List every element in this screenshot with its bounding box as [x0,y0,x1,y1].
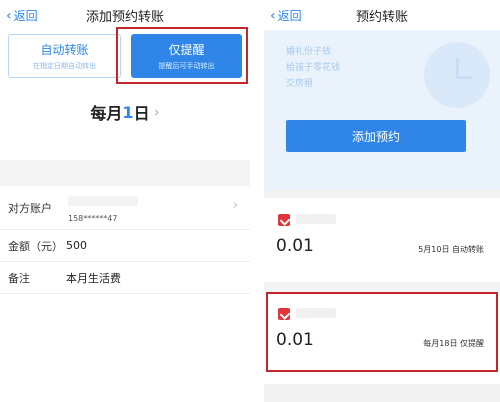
back-label: 返回 [277,9,302,23]
chevron-left-icon: ‹ [270,7,276,24]
note-row[interactable]: 备注 本月生活费 [0,262,250,294]
payment-app-icon [278,214,290,226]
auto-transfer-label: 自动转账 [40,43,89,57]
right-navbar: ‹ 返回 预约转账 [264,0,500,30]
auto-transfer-option[interactable]: 自动转账 在指定日期自动转出 [8,34,121,78]
hero-line: 给孩子零花钱 [286,63,341,73]
section-divider [0,160,250,186]
chevron-left-icon: ‹ [6,7,12,24]
card-date: 5月10日 [418,245,450,254]
add-scheduled-transfer-screen: ‹ 返回 添加预约转账 自动转账 在指定日期自动转出 仅提醒 提醒后可手动转出 … [0,0,250,402]
add-schedule-button[interactable]: 添加预约 [286,120,466,152]
schedule-suffix: 日 [133,104,150,123]
hero-examples: 婚礼份子钱 给孩子零花钱 交房租 [286,44,340,92]
schedule-day: 1 [122,102,134,122]
note-label: 备注 [8,271,30,285]
schedule-prefix: 每月 [90,104,123,123]
clock-icon [424,42,490,108]
hero-line: 婚礼份子钱 [286,47,332,57]
hero-line: 交房租 [286,79,314,89]
schedule-picker[interactable]: 每月 1 日 › [0,100,250,124]
account-name-blurred [68,196,138,206]
auto-transfer-desc: 在指定日期自动转出 [33,62,96,70]
amount-input[interactable]: 500 [66,239,87,252]
back-button[interactable]: ‹ 返回 [270,7,302,24]
chevron-right-icon: › [232,198,238,213]
card-mode: 自动转账 [452,245,484,254]
page-title: 预约转账 [355,9,408,25]
panel-divider [250,0,264,402]
highlight-box [266,292,498,372]
chevron-right-icon: › [153,103,160,121]
card-amount: 0.01 [276,236,314,256]
back-label: 返回 [13,9,38,23]
payee-name-blurred [296,214,336,224]
card-schedule: 5月10日 自动转账 [418,244,484,255]
scheduled-transfer-screen: ‹ 返回 预约转账 婚礼份子钱 给孩子零花钱 交房租 添加预约 正在进行中 0.… [264,0,500,402]
note-input[interactable]: 本月生活费 [66,270,121,286]
back-button[interactable]: ‹ 返回 [6,7,38,24]
page-title: 添加预约转账 [85,9,164,25]
amount-label: 金额（元） [8,239,63,253]
account-label: 对方账户 [8,201,52,215]
account-row[interactable]: 对方账户 158******47 › [0,186,250,230]
left-navbar: ‹ 返回 添加预约转账 [0,0,250,30]
highlight-box [116,27,248,84]
schedule-card[interactable]: 0.01 5月10日 自动转账 [264,198,500,282]
hero-banner: 婚礼份子钱 给孩子零花钱 交房租 添加预约 [264,30,500,190]
amount-row[interactable]: 金额（元） 500 [0,230,250,262]
account-number: 158******47 [68,214,118,223]
